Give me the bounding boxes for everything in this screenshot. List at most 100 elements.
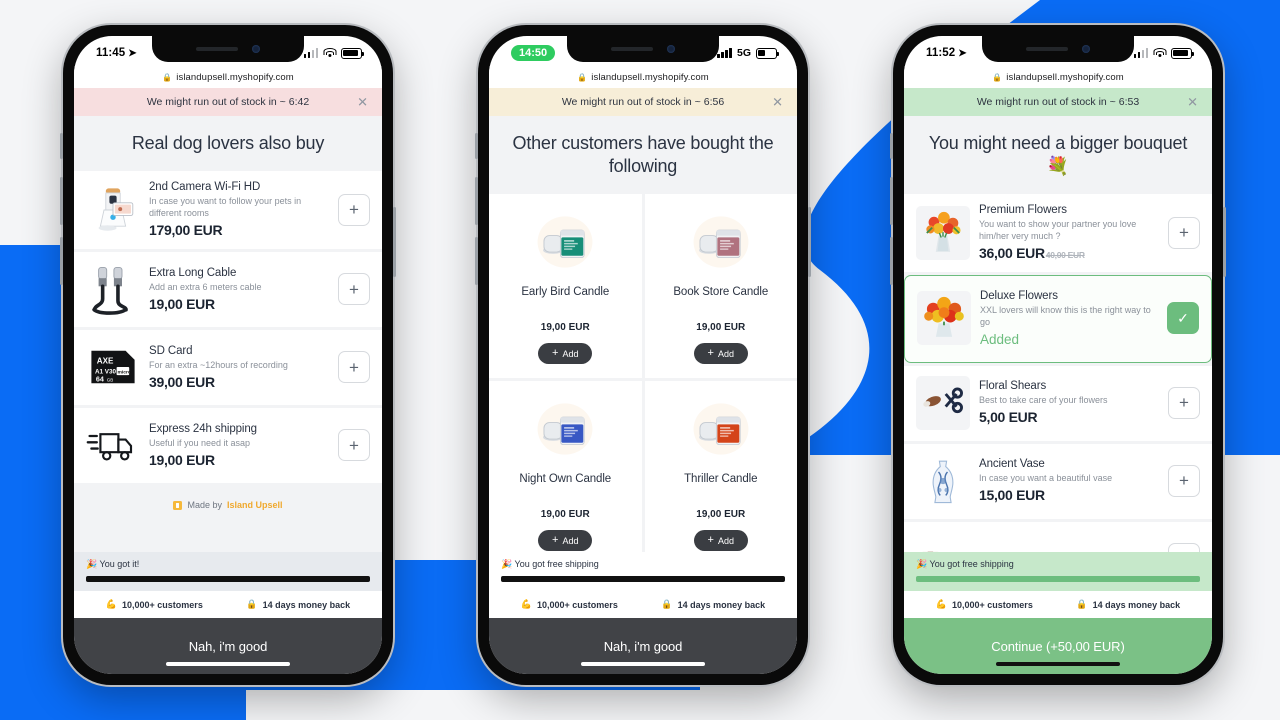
trust-badge: 💪 10,000+ customers (936, 599, 1033, 610)
volume-up-button[interactable] (890, 177, 893, 225)
power-button[interactable] (808, 207, 811, 277)
power-button[interactable] (1223, 207, 1226, 277)
product-list[interactable]: 2nd Camera Wi-Fi HD In case you want to … (74, 171, 382, 552)
phone-3: 11:52 ➤ 🔒 islandupsell.myshopify.com We m… (890, 25, 1226, 685)
product-title: 2nd Camera Wi-Fi HD (149, 181, 261, 194)
product-title: Early Bird Candle (521, 286, 610, 299)
product-title: Extra Long Cable (149, 266, 237, 279)
product-compare-price: 40,00 EUR (1045, 250, 1085, 261)
power-button[interactable] (393, 207, 396, 277)
close-icon[interactable]: ✕ (1187, 96, 1198, 109)
stock-countdown-text: We might run out of stock in ~ 6:53 (976, 96, 1140, 108)
volume-up-button[interactable] (475, 177, 478, 225)
page-title: You might need a bigger bouquet 💐 (904, 116, 1212, 195)
url-bar[interactable]: 🔒 islandupsell.myshopify.com (489, 66, 797, 88)
product-add-button[interactable]: + Add (538, 530, 593, 552)
primary-cta-button[interactable]: Continue (+50,00 EUR) (904, 618, 1212, 674)
status-time: 11:45 ➤ (96, 47, 137, 59)
product-card[interactable]: Book Store Candle 19,00 EUR + Add (644, 194, 797, 379)
trust-badges: 💪 10,000+ customers 🔒 14 days money back (904, 591, 1212, 618)
product-price: 19,00 EUR (540, 322, 590, 334)
product-add-label: Add (717, 535, 734, 546)
product-row[interactable]: Extra Long Cable Add an extra 6 meters c… (74, 252, 382, 328)
url-text: islandupsell.myshopify.com (1006, 71, 1124, 83)
status-time: 11:52 ➤ (926, 47, 967, 59)
product-row[interactable]: AXE A1 V30 64 GB micro SD Card For an extra … (74, 330, 382, 406)
trust-badge-label: 10,000+ customers (537, 599, 618, 610)
trust-badge-label: 10,000+ customers (952, 599, 1033, 610)
silence-switch[interactable] (60, 133, 63, 159)
product-add-button[interactable]: + (1168, 464, 1200, 497)
trust-badge-label: 14 days money back (1092, 599, 1181, 610)
trust-badge-icon: 💪 (935, 599, 948, 609)
progress-section: 🎉 You got free shipping (904, 552, 1212, 591)
earpiece-speaker (196, 47, 238, 51)
product-added-button[interactable]: ✓ (1167, 302, 1199, 335)
product-row[interactable]: 2nd Camera Wi-Fi HD In case you want to … (74, 171, 382, 250)
product-row[interactable]: Express 24h shipping Useful if you need … (74, 408, 382, 484)
volume-up-button[interactable] (60, 177, 63, 225)
product-price: 179,00 EUR (149, 222, 223, 239)
volume-down-button[interactable] (60, 237, 63, 285)
product-card[interactable]: Night Own Candle 19,00 EUR + Add (489, 381, 642, 552)
product-card[interactable]: Thriller Candle 19,00 EUR + Add (644, 381, 797, 552)
product-add-label: Add (562, 348, 579, 359)
location-arrow-icon: ➤ (958, 47, 967, 59)
progress-label: 🎉 You got free shipping (501, 559, 599, 569)
made-by-brand[interactable]: Island Upsell (227, 500, 283, 510)
product-thumbnail (533, 397, 597, 461)
product-list[interactable]: Premium Flowers You want to show your pa… (904, 194, 1212, 552)
url-bar[interactable]: 🔒 islandupsell.myshopify.com (74, 66, 382, 88)
product-price: 5,00 EUR (979, 409, 1038, 426)
svg-text:AXE: AXE (97, 357, 114, 366)
close-icon[interactable]: ✕ (357, 96, 368, 109)
lock-icon: 🔒 (162, 72, 173, 82)
product-add-button[interactable]: + (338, 193, 370, 226)
product-add-button[interactable]: + (1168, 216, 1200, 249)
product-row[interactable]: Floral Shears Best to take care of your … (904, 365, 1212, 441)
volume-down-button[interactable] (890, 237, 893, 285)
product-row[interactable]: Premium Flowers You want to show your pa… (904, 194, 1212, 273)
svg-text:micro: micro (118, 370, 131, 376)
trust-badge-label: 10,000+ customers (122, 599, 203, 610)
volume-down-button[interactable] (475, 237, 478, 285)
product-price: 19,00 EUR (149, 295, 215, 312)
product-add-button[interactable]: + Add (693, 530, 748, 552)
product-add-button[interactable]: + Add (538, 343, 593, 365)
product-add-button[interactable]: + (338, 351, 370, 384)
primary-cta-label: Nah, i'm good (188, 638, 268, 654)
trust-badge: 💪 10,000+ customers (521, 599, 618, 610)
silence-switch[interactable] (890, 133, 893, 159)
silence-switch[interactable] (475, 133, 478, 159)
product-description: XXL lovers will know this is the right w… (980, 305, 1151, 328)
product-list[interactable]: Early Bird Candle 19,00 EUR + Add Book S… (489, 194, 797, 552)
product-thumbnail (916, 531, 970, 552)
product-price: 19,00 EUR (149, 451, 215, 468)
url-bar[interactable]: 🔒 islandupsell.myshopify.com (904, 66, 1212, 88)
product-row[interactable]: Deluxe Flowers XXL lovers will know this… (904, 275, 1212, 363)
phone-1: 11:45 ➤ 🔒 islandupsell.myshopify.com We m… (60, 25, 396, 685)
product-add-button[interactable]: + (1168, 386, 1200, 419)
primary-cta-button[interactable]: Nah, i'm good (74, 618, 382, 674)
product-price: 39,00 EUR (149, 373, 215, 390)
product-add-label: Add (717, 348, 734, 359)
product-row[interactable]: Ancient Vase In case you want a beautifu… (904, 443, 1212, 519)
product-add-button[interactable]: + (338, 273, 370, 306)
trust-badge-icon: 💪 (520, 599, 533, 609)
product-add-button[interactable]: + Add (693, 343, 748, 365)
product-add-button[interactable]: + (338, 429, 370, 462)
product-thumbnail (917, 291, 971, 346)
product-description: You want to show your partner you love h… (979, 219, 1137, 242)
product-add-button[interactable]: + (1168, 542, 1200, 552)
product-card[interactable]: Early Bird Candle 19,00 EUR + Add (489, 194, 642, 379)
notch (567, 36, 719, 62)
product-thumbnail (916, 453, 970, 508)
plus-icon: + (552, 534, 559, 547)
url-text: islandupsell.myshopify.com (176, 71, 294, 83)
wifi-icon (1153, 48, 1166, 58)
phone-2: 14:50 5G 🔒 islandupsell.myshopify.com We… (475, 25, 811, 685)
primary-cta-button[interactable]: Nah, i'm good (489, 618, 797, 674)
close-icon[interactable]: ✕ (772, 96, 783, 109)
product-row[interactable]: Chocolate box + (904, 521, 1212, 552)
product-thumbnail (689, 210, 753, 274)
